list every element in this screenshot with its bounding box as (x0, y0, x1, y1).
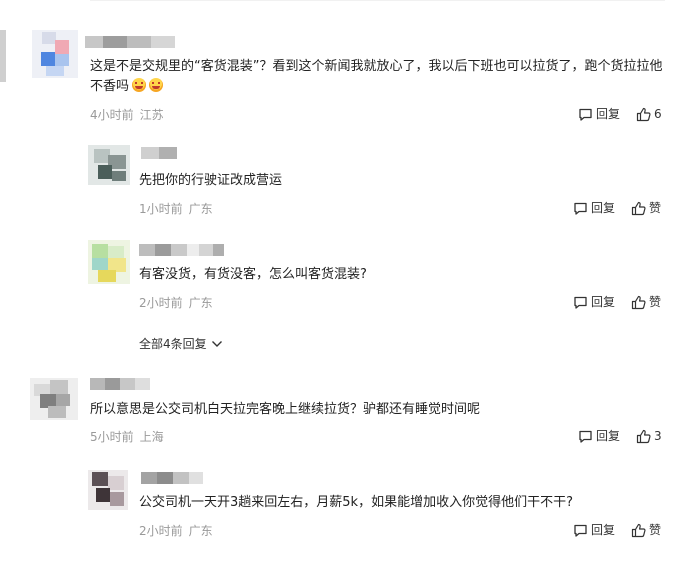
username-blurred[interactable] (90, 378, 150, 390)
chevron-down-icon (211, 341, 222, 347)
like-count: 6 (654, 107, 662, 121)
timestamp: 1小时前 (139, 202, 183, 216)
reply-label: 回复 (591, 295, 616, 309)
comment-meta: 4小时前 江苏 (90, 108, 164, 122)
location: 广东 (188, 296, 213, 310)
avatar[interactable] (88, 145, 130, 185)
like-button[interactable]: 赞 (631, 522, 661, 538)
reply-button[interactable]: 回复 (573, 522, 615, 538)
thumbs-up-icon (631, 201, 646, 215)
like-button[interactable]: 赞 (631, 294, 661, 310)
location: 广东 (188, 524, 213, 538)
reply-meta: 2小时前 广东 (139, 524, 213, 538)
expand-replies-label: 全部4条回复 (139, 337, 207, 351)
like-label: 赞 (649, 295, 662, 309)
face-with-tongue-emoji (149, 78, 164, 92)
reply-text: 有客没货，有货没客，怎么叫客货混装? (139, 267, 367, 282)
username-blurred[interactable] (141, 472, 203, 484)
timestamp: 4小时前 (90, 108, 134, 122)
reply-meta: 1小时前 广东 (139, 202, 213, 216)
reply-label: 回复 (596, 429, 621, 443)
username-blurred[interactable] (85, 36, 175, 48)
like-label: 赞 (649, 201, 662, 215)
reply-button[interactable]: 回复 (578, 106, 620, 122)
reply-button[interactable]: 回复 (578, 428, 620, 444)
reply-button[interactable]: 回复 (573, 200, 615, 216)
thumbs-up-icon (636, 107, 651, 121)
timestamp: 2小时前 (139, 296, 183, 310)
thumbs-up-icon (636, 429, 651, 443)
like-count: 3 (654, 429, 662, 443)
like-button[interactable]: 6 (636, 106, 662, 122)
comment-bubble-icon (574, 524, 587, 537)
scroll-indicator (0, 30, 6, 82)
avatar[interactable] (88, 470, 128, 510)
comment-text: 这是不是交规里的“客货混装”？看到这个新闻我就放心了，我以后下班也可以拉货了，跑… (90, 57, 675, 97)
top-divider (90, 0, 665, 1)
timestamp: 2小时前 (139, 524, 183, 538)
username-blurred[interactable] (141, 147, 177, 159)
like-label: 赞 (649, 523, 662, 537)
reply-meta: 2小时前 广东 (139, 296, 213, 310)
timestamp: 5小时前 (90, 430, 134, 444)
face-with-tongue-emoji (132, 78, 147, 92)
like-button[interactable]: 3 (636, 428, 662, 444)
reply-button[interactable]: 回复 (573, 294, 615, 310)
comment-bubble-icon (579, 108, 592, 121)
comment-bubble-icon (574, 202, 587, 215)
location: 江苏 (139, 108, 164, 122)
comment-text: 所以意思是公交司机白天拉完客晚上继续拉货？驴都还有睡觉时间呢 (90, 402, 481, 417)
thumbs-up-icon (631, 295, 646, 309)
location: 上海 (139, 430, 164, 444)
reply-text: 公交司机一天开3趟来回左右，月薪5k，如果能增加收入你觉得他们干不干? (139, 495, 573, 510)
avatar[interactable] (32, 30, 78, 78)
comment-bubble-icon (579, 430, 592, 443)
location: 广东 (188, 202, 213, 216)
expand-replies-button[interactable]: 全部4条回复 (139, 337, 224, 351)
username-blurred[interactable] (139, 244, 224, 256)
comment-meta: 5小时前 上海 (90, 430, 164, 444)
like-button[interactable]: 赞 (631, 200, 661, 216)
reply-label: 回复 (596, 107, 621, 121)
avatar[interactable] (88, 240, 130, 284)
reply-label: 回复 (591, 201, 616, 215)
thumbs-up-icon (631, 523, 646, 537)
reply-label: 回复 (591, 523, 616, 537)
reply-text: 先把你的行驶证改成营运 (139, 173, 283, 188)
comment-text-body: 这是不是交规里的“客货混装”？看到这个新闻我就放心了，我以后下班也可以拉货了，跑… (90, 59, 663, 94)
comment-bubble-icon (574, 296, 587, 309)
avatar[interactable] (30, 378, 78, 420)
